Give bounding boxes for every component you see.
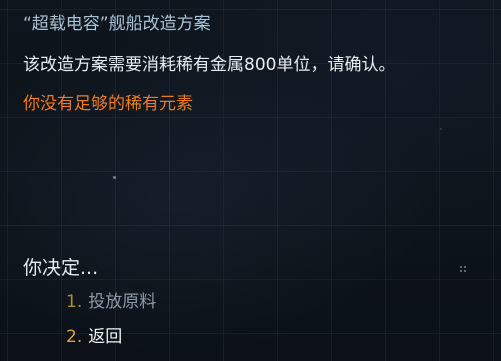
option-number: 2. (66, 327, 83, 347)
insufficient-resources-warning: 你没有足够的稀有元素 (23, 94, 193, 114)
background-star (440, 128, 442, 130)
option-label: 返回 (88, 327, 123, 347)
background-star (113, 176, 116, 179)
dialog-description: 该改造方案需要消耗稀有金属800单位，请确认。 (23, 55, 396, 75)
dialog-title: “超载电容”舰船改造方案 (23, 14, 211, 34)
option-number: 1. (66, 292, 83, 312)
option-deploy-materials[interactable]: 1. 投放原料 (66, 287, 156, 312)
option-label: 投放原料 (88, 292, 157, 312)
option-return[interactable]: 2. 返回 (66, 322, 122, 347)
decision-prompt: 你决定... (23, 257, 99, 279)
drag-handle-icon[interactable] (459, 265, 467, 273)
